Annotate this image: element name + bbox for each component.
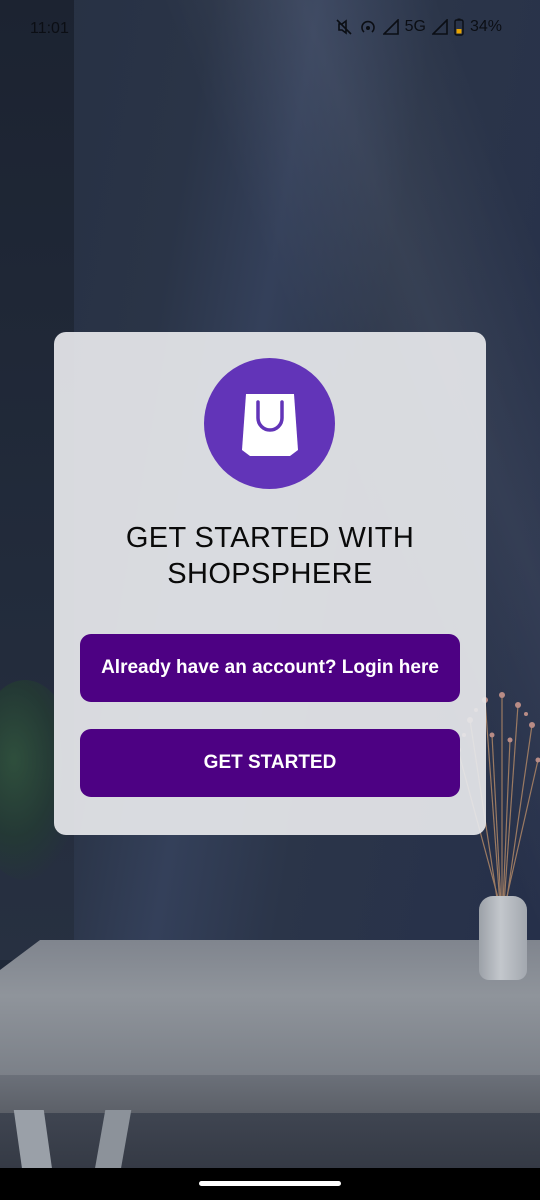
page-title: GET STARTED WITH SHOPSPHERE bbox=[125, 522, 415, 590]
mute-icon bbox=[336, 19, 352, 35]
hotspot-icon bbox=[360, 20, 375, 33]
status-icons: 5G 34% bbox=[335, 18, 502, 36]
signal-icon bbox=[382, 19, 399, 35]
app-logo bbox=[204, 358, 335, 489]
battery-icon bbox=[454, 18, 464, 36]
home-indicator[interactable] bbox=[199, 1181, 341, 1186]
login-button[interactable]: Already have an account? Login here bbox=[80, 634, 460, 702]
get-started-button[interactable]: GET STARTED bbox=[80, 729, 460, 797]
floor bbox=[0, 1113, 540, 1168]
get-started-card: GET STARTED WITH SHOPSPHERE Already have… bbox=[54, 332, 486, 835]
battery-level: 34% bbox=[469, 18, 502, 35]
shopping-bag-icon bbox=[241, 393, 298, 456]
table-top bbox=[0, 940, 540, 1080]
status-time: 11:01 bbox=[30, 20, 69, 37]
vase bbox=[479, 896, 527, 980]
table-edge bbox=[0, 1075, 540, 1113]
network-type: 5G bbox=[404, 18, 426, 35]
signal-icon bbox=[431, 19, 448, 35]
status-bar: 11:01 5G 34% bbox=[0, 0, 540, 56]
